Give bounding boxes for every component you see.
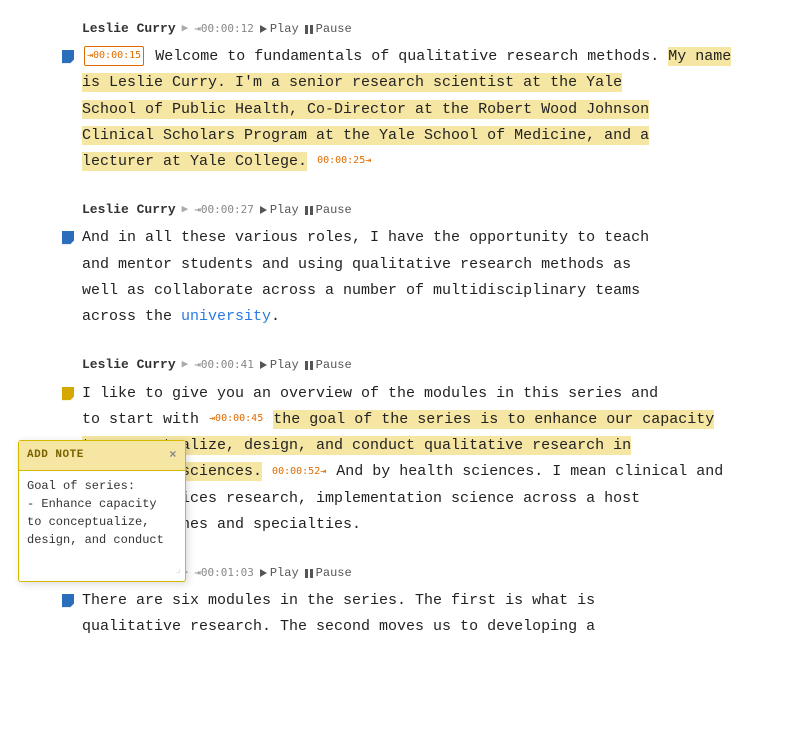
timestamp-3[interactable]: ⇥00:00:41: [194, 356, 254, 375]
note-icon-4[interactable]: [60, 592, 76, 608]
segment-2-header: Leslie Curry ▶ ⇥00:00:27 Play Pause: [0, 199, 806, 221]
add-note-header: ADD NOTE ×: [19, 441, 185, 471]
ts-end-3: 00:00:52⇥: [272, 466, 326, 477]
play-label-3: Play: [270, 355, 299, 375]
segment-2-body: And in all these various roles, I have t…: [0, 225, 806, 330]
play-button-2[interactable]: Play: [260, 200, 299, 220]
play-label-2: Play: [270, 200, 299, 220]
transcript-container: Leslie Curry ▶ ⇥00:00:12 Play Pause: [0, 0, 806, 667]
segment-3-header: Leslie Curry ▶ ⇥00:00:41 Play Pause: [0, 354, 806, 376]
ts-end-1: 00:00:25⇥: [317, 155, 371, 166]
play-icon-4: [260, 569, 267, 577]
ts-inline-3: ⇥00:00:45: [209, 413, 263, 424]
pause-button-2[interactable]: Pause: [305, 200, 352, 220]
play-button-3[interactable]: Play: [260, 355, 299, 375]
note-icon-2[interactable]: [60, 229, 76, 245]
note-icon-3[interactable]: [60, 385, 76, 401]
controls-3: Play Pause: [260, 355, 352, 375]
speaker-name-3: Leslie Curry: [82, 354, 176, 376]
play-button-4[interactable]: Play: [260, 563, 299, 583]
pause-button-4[interactable]: Pause: [305, 563, 352, 583]
add-note-textarea[interactable]: [19, 471, 185, 551]
add-note-title: ADD NOTE: [27, 446, 84, 465]
highlight-1: My name is Leslie Curry. I'm a senior re…: [82, 47, 731, 171]
pause-label-2: Pause: [316, 200, 352, 220]
add-note-close-button[interactable]: ×: [169, 449, 177, 461]
pause-label-3: Pause: [316, 355, 352, 375]
play-button-1[interactable]: Play: [260, 19, 299, 39]
segment-1-body: ⇥00:00:15 Welcome to fundamentals of qua…: [0, 44, 806, 175]
note-icon-1[interactable]: [60, 48, 76, 64]
pause-button-3[interactable]: Pause: [305, 355, 352, 375]
segment-1-text: ⇥00:00:15 Welcome to fundamentals of qua…: [82, 44, 806, 175]
segment-2: Leslie Curry ▶ ⇥00:00:27 Play Pause: [0, 191, 806, 338]
add-note-resize-handle[interactable]: ⌟: [19, 560, 185, 581]
play-icon-3: [260, 361, 267, 369]
play-label-1: Play: [270, 19, 299, 39]
add-note-popup: ADD NOTE × ⌟: [18, 440, 186, 582]
pause-icon-3: [305, 361, 313, 370]
timestamp-2[interactable]: ⇥00:00:27: [194, 201, 254, 220]
speaker-arrow-1: ▶: [182, 20, 189, 39]
pause-icon-4: [305, 569, 313, 578]
segment-3-text: I like to give you an overview of the mo…: [82, 381, 806, 539]
segment-4-text: There are six modules in the series. The…: [82, 588, 806, 641]
speaker-name-2: Leslie Curry: [82, 199, 176, 221]
pause-icon-2: [305, 206, 313, 215]
play-icon-1: [260, 25, 267, 33]
timestamp-1[interactable]: ⇥00:00:12: [194, 20, 254, 39]
controls-4: Play Pause: [260, 563, 352, 583]
segment-1-header: Leslie Curry ▶ ⇥00:00:12 Play Pause: [0, 18, 806, 40]
play-label-4: Play: [270, 563, 299, 583]
university-link[interactable]: university: [181, 308, 271, 325]
pause-icon-1: [305, 25, 313, 34]
pause-label-1: Pause: [316, 19, 352, 39]
ts-badge-top-1: ⇥00:00:15: [84, 46, 144, 66]
speaker-name-1: Leslie Curry: [82, 18, 176, 40]
timestamp-4[interactable]: ⇥00:01:03: [194, 564, 254, 583]
controls-2: Play Pause: [260, 200, 352, 220]
pause-button-1[interactable]: Pause: [305, 19, 352, 39]
controls-1: Play Pause: [260, 19, 352, 39]
pause-label-4: Pause: [316, 563, 352, 583]
play-icon-2: [260, 206, 267, 214]
segment-2-text: And in all these various roles, I have t…: [82, 225, 806, 330]
speaker-arrow-2: ▶: [182, 201, 189, 220]
segment-1: Leslie Curry ▶ ⇥00:00:12 Play Pause: [0, 10, 806, 183]
speaker-arrow-3: ▶: [182, 356, 189, 375]
segment-4-body: There are six modules in the series. The…: [0, 588, 806, 641]
